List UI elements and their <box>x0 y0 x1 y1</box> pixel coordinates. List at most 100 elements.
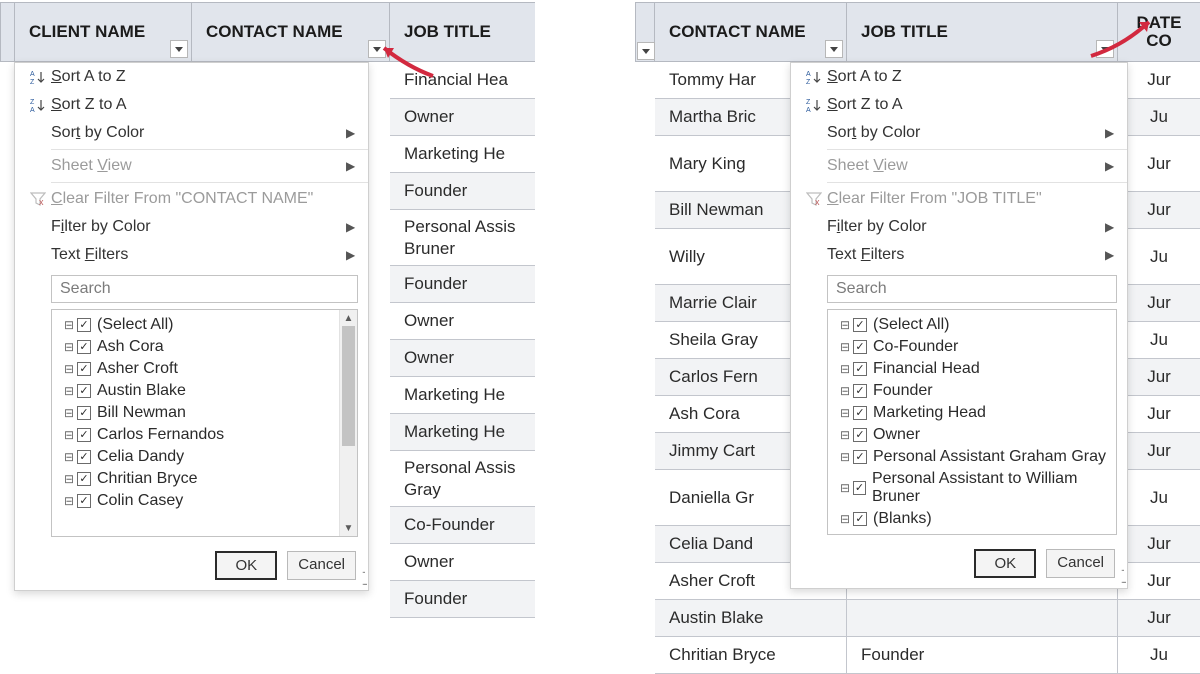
filter-check-item[interactable]: ⊟✓Colin Casey <box>52 490 357 512</box>
table-cell[interactable]: Personal AssisGray <box>390 451 535 507</box>
filter-button-stub[interactable] <box>637 42 655 60</box>
filter-check-item[interactable]: ⊟✓Celia Dandy <box>52 446 357 468</box>
table-cell[interactable]: Jur <box>1118 433 1200 470</box>
filter-check-item[interactable]: ⊟✓Ash Cora <box>52 336 357 358</box>
filter-check-item[interactable]: ⊟✓Chritian Bryce <box>52 468 357 490</box>
filter-check-item[interactable]: ⊟✓Owner <box>828 424 1116 446</box>
menu-sort-za[interactable]: ZA Sort Z to A <box>791 91 1127 119</box>
table-cell[interactable]: Marketing He <box>390 136 535 173</box>
table-cell[interactable]: Jur <box>1118 396 1200 433</box>
filter-check-item[interactable]: ⊟✓Financial Head <box>828 358 1116 380</box>
table-cell[interactable]: Financial Hea <box>390 62 535 99</box>
table-cell[interactable]: Marketing He <box>390 414 535 451</box>
table-cell[interactable]: Jur <box>1118 136 1200 192</box>
table-cell[interactable]: Owner <box>390 340 535 377</box>
table-cell[interactable]: Jur <box>1118 526 1200 563</box>
menu-text-filters[interactable]: Text Filters ▶ <box>15 241 368 269</box>
col-header-contact: CONTACT NAME <box>206 22 343 42</box>
col-header-client: CLIENT NAME <box>29 22 145 42</box>
filter-button-contact[interactable] <box>825 40 843 58</box>
cancel-button[interactable]: Cancel <box>1046 549 1115 578</box>
table-cell[interactable]: Marketing He <box>390 377 535 414</box>
scrollbar-thumb[interactable] <box>342 326 355 446</box>
ok-button[interactable]: OK <box>215 551 277 580</box>
filter-check-item[interactable]: ⊟✓Marketing Head <box>828 402 1116 424</box>
table-cell[interactable]: Founder <box>390 173 535 210</box>
resize-grip-icon[interactable]: ...... <box>362 564 366 588</box>
table-cell[interactable]: Ju <box>1118 99 1200 136</box>
table-cell[interactable]: Jur <box>1118 285 1200 322</box>
table-cell[interactable]: Owner <box>390 99 535 136</box>
submenu-arrow-icon: ▶ <box>346 220 356 234</box>
menu-clear-filter: x Clear Filter From "JOB TITLE" <box>791 185 1127 213</box>
table-cell[interactable] <box>847 600 1118 637</box>
filter-menu-job: AZ Sort A to Z ZA Sort Z to A Sort by Co… <box>790 62 1128 589</box>
submenu-arrow-icon: ▶ <box>1105 126 1115 140</box>
table-cell[interactable]: Founder <box>390 266 535 303</box>
submenu-arrow-icon: ▶ <box>1105 220 1115 234</box>
filter-check-item[interactable]: ⊟✓Asher Croft <box>52 358 357 380</box>
filter-checklist[interactable]: ⊟✓(Select All)⊟✓Co-Founder⊟✓Financial He… <box>827 309 1117 535</box>
filter-check-item[interactable]: ⊟✓Co-Founder <box>828 336 1116 358</box>
filter-check-item[interactable]: ⊟✓(Select All) <box>828 314 1116 336</box>
filter-menu-contact: AZ Sort A to Z ZA Sort Z to A Sort by Co… <box>14 62 369 591</box>
menu-sheet-view: Sheet View ▶ <box>791 152 1127 180</box>
filter-check-item[interactable]: ⊟✓(Blanks) <box>828 508 1116 530</box>
table-cell[interactable]: Owner <box>390 544 535 581</box>
svg-text:A: A <box>806 107 811 113</box>
menu-sort-by-color[interactable]: Sort by Color ▶ <box>791 119 1127 147</box>
svg-text:x: x <box>815 197 820 207</box>
table-cell[interactable]: Co-Founder <box>390 507 535 544</box>
table-cell[interactable]: Jur <box>1118 600 1200 637</box>
filter-check-item[interactable]: ⊟✓Personal Assistant to William Bruner <box>828 468 1116 508</box>
menu-sort-az[interactable]: AZ Sort A to Z <box>791 63 1127 91</box>
table-cell[interactable]: Austin Blake <box>655 600 847 637</box>
col-header-contact: CONTACT NAME <box>669 22 806 42</box>
filter-checklist[interactable]: ⊟✓(Select All)⊟✓Ash Cora⊟✓Asher Croft⊟✓A… <box>51 309 358 537</box>
filter-button-client[interactable] <box>170 40 188 58</box>
menu-filter-by-color[interactable]: Filter by Color ▶ <box>791 213 1127 241</box>
filter-check-item[interactable]: ⊟✓Founder <box>828 380 1116 402</box>
menu-sort-by-color[interactable]: Sort by Color ▶ <box>15 119 368 147</box>
ok-button[interactable]: OK <box>974 549 1036 578</box>
table-cell[interactable]: Ju <box>1118 322 1200 359</box>
table-cell[interactable]: Personal AssisBruner <box>390 210 535 266</box>
menu-sort-za[interactable]: ZA Sort Z to A <box>15 91 368 119</box>
table-cell[interactable]: Ju <box>1118 470 1200 526</box>
menu-sort-az[interactable]: AZ Sort A to Z <box>15 63 368 91</box>
submenu-arrow-icon: ▶ <box>346 126 356 140</box>
filter-check-item[interactable]: ⊟✓Personal Assistant Graham Gray <box>828 446 1116 468</box>
menu-filter-by-color[interactable]: Filter by Color ▶ <box>15 213 368 241</box>
table-cell[interactable]: Jur <box>1118 192 1200 229</box>
filter-check-item[interactable]: ⊟✓Carlos Fernandos <box>52 424 357 446</box>
svg-text:Z: Z <box>806 99 811 106</box>
filter-button-job[interactable] <box>1096 40 1114 58</box>
table-cell[interactable]: Jur <box>1118 62 1200 99</box>
filter-check-item[interactable]: ⊟✓(Select All) <box>52 314 357 336</box>
table-cell[interactable]: Jur <box>1118 563 1200 600</box>
table-cell[interactable]: Ju <box>1118 229 1200 285</box>
table-cell[interactable]: Jur <box>1118 359 1200 396</box>
menu-clear-filter: x Clear Filter From "CONTACT NAME" <box>15 185 368 213</box>
table-cell[interactable]: Founder <box>847 637 1118 674</box>
cancel-button[interactable]: Cancel <box>287 551 356 580</box>
sort-az-icon: AZ <box>801 69 827 85</box>
svg-text:Z: Z <box>806 79 811 85</box>
clear-filter-icon: x <box>25 191 51 207</box>
menu-text-filters[interactable]: Text Filters ▶ <box>791 241 1127 269</box>
filter-button-contact[interactable] <box>368 40 386 58</box>
sort-az-icon: AZ <box>25 69 51 85</box>
filter-search-input[interactable]: Search <box>51 275 358 303</box>
filter-check-item[interactable]: ⊟✓Bill Newman <box>52 402 357 424</box>
table-cell[interactable]: Ju <box>1118 637 1200 674</box>
table-cell[interactable]: Owner <box>390 303 535 340</box>
scrollbar[interactable]: ▲ ▼ <box>339 310 357 536</box>
col-header-date: DATECO <box>1136 14 1181 50</box>
clear-filter-icon: x <box>801 191 827 207</box>
resize-grip-icon[interactable]: ...... <box>1121 562 1125 586</box>
table-cell[interactable]: Founder <box>390 581 535 618</box>
svg-text:A: A <box>30 107 35 113</box>
table-cell[interactable]: Chritian Bryce <box>655 637 847 674</box>
filter-check-item[interactable]: ⊟✓Austin Blake <box>52 380 357 402</box>
filter-search-input[interactable]: Search <box>827 275 1117 303</box>
